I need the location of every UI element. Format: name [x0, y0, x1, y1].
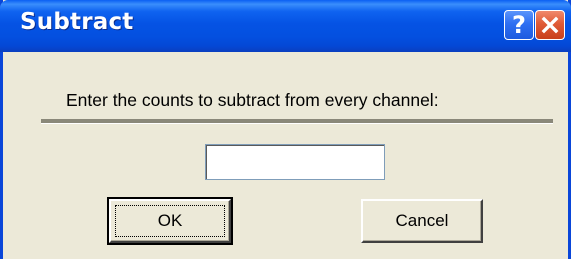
cancel-label: Cancel	[395, 211, 449, 230]
ok-button[interactable]: OK	[107, 197, 233, 245]
focus-rect	[115, 205, 225, 237]
counts-input[interactable]	[205, 144, 385, 180]
title-bar[interactable]: Subtract ?	[0, 0, 571, 52]
close-icon	[541, 16, 559, 34]
dialog-body: Enter the counts to subtract from every …	[3, 52, 568, 259]
window-title: Subtract	[20, 9, 134, 35]
help-button[interactable]: ?	[504, 10, 534, 40]
subtract-dialog: Subtract ? Enter the counts to subtract …	[0, 0, 571, 259]
close-button[interactable]	[535, 10, 565, 40]
help-icon: ?	[512, 10, 526, 39]
prompt-label: Enter the counts to subtract from every …	[66, 90, 439, 110]
divider	[41, 119, 553, 124]
cancel-button[interactable]: Cancel	[361, 199, 483, 243]
